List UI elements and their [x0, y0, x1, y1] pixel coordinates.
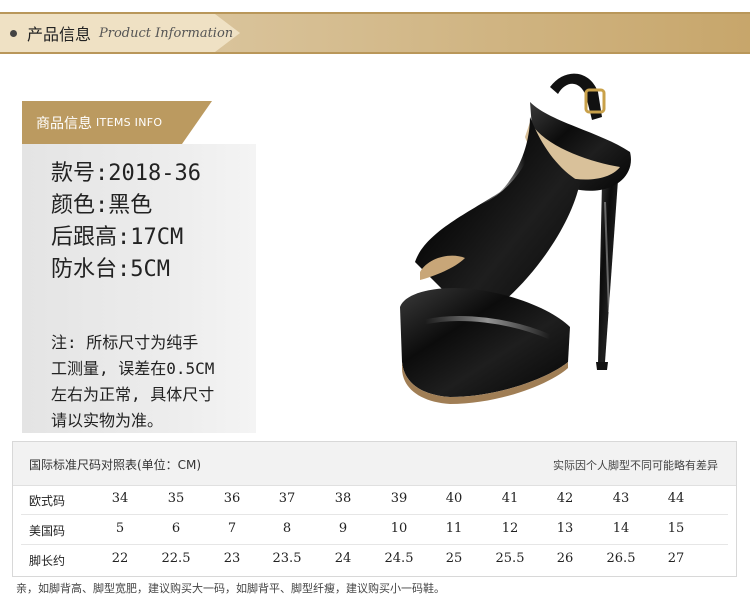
bullet-icon: [10, 29, 17, 37]
spec-color: 颜色:黑色: [51, 193, 153, 218]
size-cell: 11: [445, 521, 463, 536]
measurement-note-line: 工测量, 误差在0.5CM: [51, 359, 215, 378]
size-cell: 10: [390, 521, 408, 536]
spec-platform-height: 防水台:5CM: [51, 257, 170, 282]
size-cell: 12: [501, 521, 519, 536]
size-cell: 6: [171, 521, 181, 536]
size-cell: 23: [223, 551, 241, 566]
size-row-foot-length: 脚长约 22 22.5 23 23.5 24 24.5 25 25.5 26 2…: [13, 545, 736, 575]
section-header-bar: 产品信息 Product Information: [0, 12, 750, 54]
size-cell: 15: [667, 521, 685, 536]
size-cell: 37: [278, 491, 296, 506]
size-cell: 23.5: [272, 551, 302, 566]
size-cell: 22.5: [161, 551, 191, 566]
row-label: 脚长约: [29, 554, 66, 568]
size-cell: 22: [111, 551, 129, 566]
size-cell: 26: [556, 551, 574, 566]
measurement-note-line: 请以实物为准。: [51, 411, 164, 430]
size-chart-header: 国际标准尺码对照表(单位：CM) 实际因个人脚型不同可能略有差异: [13, 442, 736, 486]
item-info-title-en: ITEMS INFO: [96, 116, 163, 129]
size-cell: 24.5: [384, 551, 414, 566]
size-cell: 27: [667, 551, 685, 566]
section-title-cn: 产品信息: [27, 25, 92, 44]
size-cell: 35: [167, 491, 185, 506]
size-cell: 9: [338, 521, 348, 536]
size-cell: 38: [334, 491, 352, 506]
item-info-panel: 商品信息 ITEMS INFO 款号:2018-36 颜色:黑色 后跟高:17C…: [22, 101, 256, 433]
size-cell: 25: [445, 551, 463, 566]
size-cell: 24: [334, 551, 352, 566]
item-info-tab: 商品信息 ITEMS INFO: [22, 101, 256, 144]
section-header-tab: 产品信息 Product Information: [0, 14, 240, 52]
size-cell: 25.5: [495, 551, 525, 566]
size-cell: 42: [556, 491, 574, 506]
size-cell: 26.5: [606, 551, 636, 566]
item-info-tab-fill: 商品信息 ITEMS INFO: [22, 101, 212, 144]
size-cell: 41: [501, 491, 519, 506]
size-cell: 34: [111, 491, 129, 506]
product-shoe-image: [400, 73, 631, 404]
size-cell: 44: [667, 491, 685, 506]
size-chart-note: 实际因个人脚型不同可能略有差异: [553, 459, 718, 472]
size-chart: 国际标准尺码对照表(单位：CM) 实际因个人脚型不同可能略有差异 欧式码 34 …: [12, 441, 737, 577]
item-info-title-cn: 商品信息: [36, 115, 92, 132]
size-advice-note: 亲，如脚背高、脚型宽肥，建议购买大一码，如脚背平、脚型纤瘦，建议购买小一码鞋。: [16, 582, 445, 595]
size-chart-title: 国际标准尺码对照表(单位：CM): [29, 458, 202, 472]
size-cell: 36: [223, 491, 241, 506]
measurement-note-line: 左右为正常, 具体尺寸: [51, 385, 215, 404]
section-title-en: Product Information: [99, 25, 234, 41]
spec-heel-height: 后跟高:17CM: [51, 225, 184, 250]
size-cell: 40: [445, 491, 463, 506]
size-cell: 13: [556, 521, 574, 536]
size-cell: 5: [115, 521, 125, 536]
size-row-eu: 欧式码 34 35 36 37 38 39 40 41 42 43 44: [13, 485, 736, 515]
measurement-note-line: 注: 所标尺寸为纯手: [51, 333, 199, 352]
row-label: 美国码: [29, 524, 66, 538]
size-cell: 43: [612, 491, 630, 506]
size-cell: 7: [227, 521, 237, 536]
size-row-us: 美国码 5 6 7 8 9 10 11 12 13 14 15: [13, 515, 736, 545]
size-cell: 39: [390, 491, 408, 506]
size-cell: 14: [612, 521, 630, 536]
size-cell: 8: [282, 521, 292, 536]
row-label: 欧式码: [29, 494, 66, 508]
spec-style-number: 款号:2018-36: [51, 161, 201, 186]
